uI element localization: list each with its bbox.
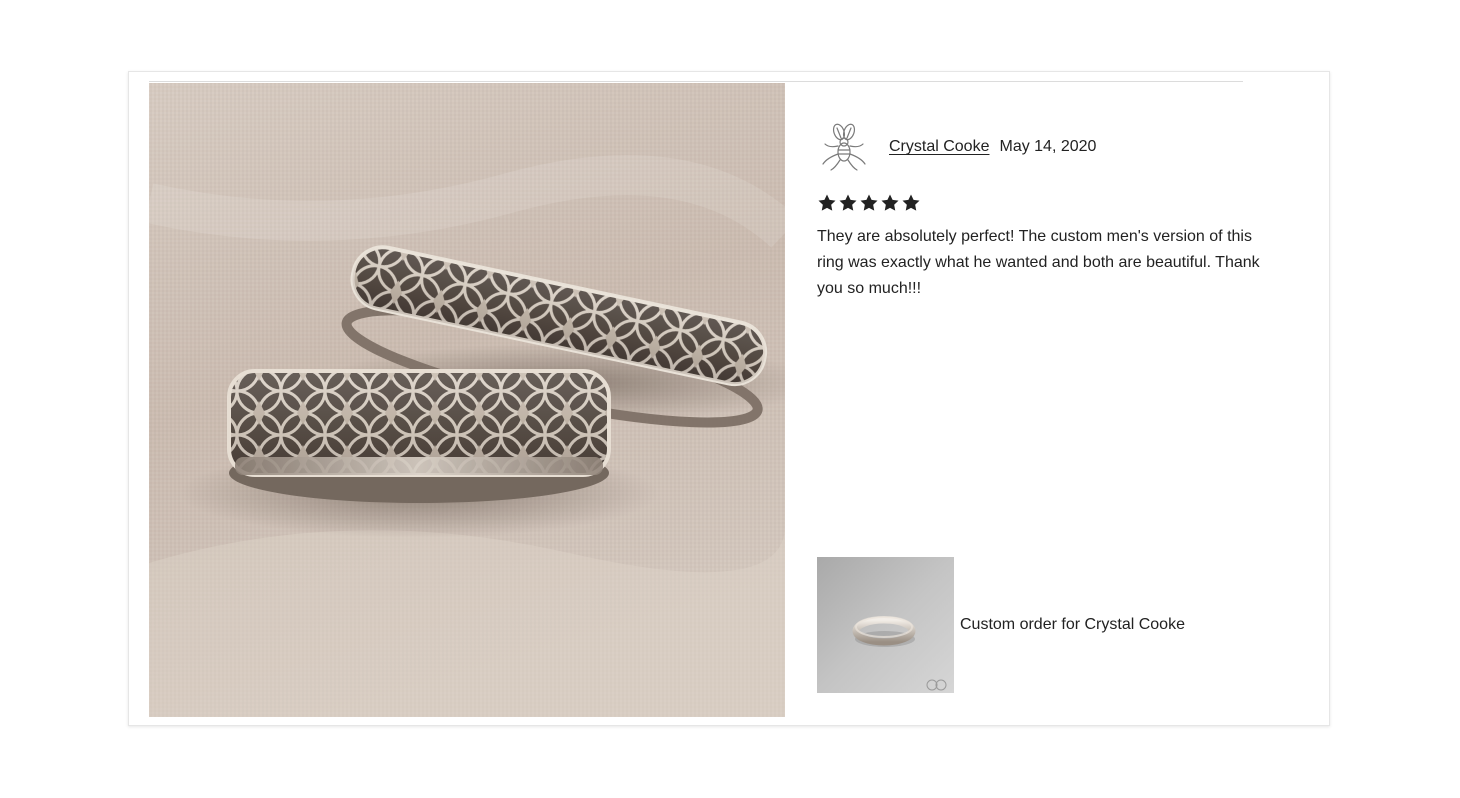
review-text: They are absolutely perfect! The custom … [817, 228, 1260, 297]
rings-photo-image [149, 83, 785, 717]
review-author-row: Crystal Cooke May 14, 2020 [817, 120, 1287, 174]
review-card: Crystal Cooke May 14, 2020 They are abso… [128, 71, 1330, 726]
item-title[interactable]: Custom order for Crystal Cooke [960, 616, 1185, 634]
star-icon [881, 194, 899, 211]
review-photo[interactable] [149, 83, 785, 717]
item-thumbnail[interactable] [817, 557, 954, 693]
ring-thumbnail-image [817, 557, 954, 693]
divider [149, 81, 1243, 82]
star-rating [817, 193, 1287, 215]
bee-drawing-avatar-icon[interactable] [817, 120, 871, 174]
review-date: May 14, 2020 [999, 138, 1097, 155]
review-content: Crystal Cooke May 14, 2020 They are abso… [817, 120, 1287, 302]
star-icon [839, 194, 857, 211]
review-author-link[interactable]: Crystal Cooke [889, 138, 989, 156]
reviewed-item-link[interactable]: Custom order for Crystal Cooke [817, 557, 1185, 693]
star-icon [860, 194, 878, 211]
star-icon [818, 194, 836, 211]
star-icon [902, 194, 920, 211]
